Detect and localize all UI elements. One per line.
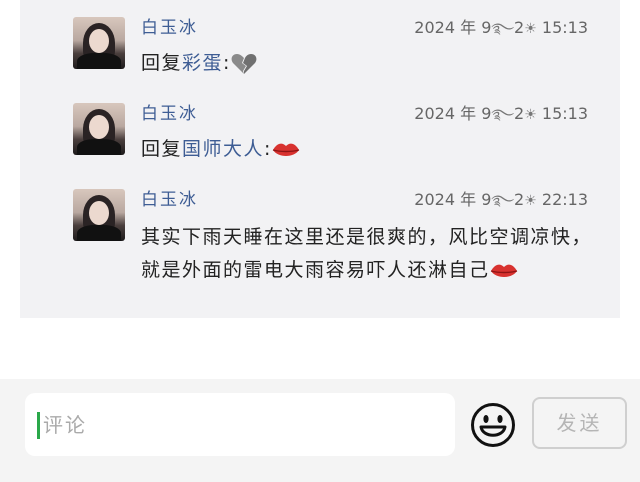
- cloud-spiral-icon: ࿐: [491, 193, 515, 209]
- avatar[interactable]: [73, 189, 125, 241]
- reply-prefix: 回复: [141, 138, 183, 160]
- username[interactable]: 白玉冰: [141, 103, 198, 125]
- avatar[interactable]: [73, 103, 125, 155]
- mention[interactable]: 彩蛋: [182, 52, 223, 74]
- mention[interactable]: 国师大人: [182, 138, 264, 160]
- sun-icon: ☀: [524, 21, 537, 37]
- text-cursor: [37, 412, 40, 439]
- reply-prefix: 回复: [141, 52, 183, 74]
- timestamp: 2024 年 9࿐2☀ 15:13: [414, 18, 588, 37]
- comment-composer: 评论 发送: [0, 379, 640, 482]
- avatar[interactable]: [73, 17, 125, 69]
- smiley-icon[interactable]: [470, 402, 516, 448]
- comment-text: 回复国师大人:: [141, 133, 596, 166]
- cloud-spiral-icon: ࿐: [491, 21, 515, 37]
- username[interactable]: 白玉冰: [141, 189, 198, 211]
- comment-text: 回复彩蛋:: [141, 47, 596, 80]
- cloud-spiral-icon: ࿐: [491, 107, 515, 123]
- comment-item[interactable]: 白玉冰 2024 年 9࿐2☀ 22:13 其实下雨天睡在这里还是很爽的，风比空…: [20, 189, 620, 309]
- broken-heart-icon: [231, 53, 257, 74]
- sun-icon: ☀: [524, 193, 537, 209]
- send-button[interactable]: 发送: [532, 397, 627, 449]
- comment-placeholder: 评论: [43, 413, 87, 437]
- comment-item[interactable]: 白玉冰 2024 年 9࿐2☀ 15:13 回复国师大人:: [20, 103, 620, 173]
- comment-text: 其实下雨天睡在这里还是很爽的，风比空调凉快，就是外面的雷电大雨容易吓人还淋自己: [141, 226, 593, 281]
- comment-item[interactable]: 白玉冰 2024 年 9࿐2☀ 15:13 回复彩蛋:: [20, 17, 620, 87]
- comments-panel: 白玉冰 2024 年 9࿐2☀ 15:13 回复彩蛋: 白玉冰 2024 年 9…: [20, 0, 620, 318]
- lips-icon: [490, 264, 517, 277]
- timestamp: 2024 年 9࿐2☀ 15:13: [414, 104, 588, 123]
- lips-icon: [272, 143, 300, 156]
- username[interactable]: 白玉冰: [141, 17, 198, 39]
- timestamp: 2024 年 9࿐2☀ 22:13: [414, 190, 588, 209]
- comment-input[interactable]: 评论: [25, 393, 455, 456]
- sun-icon: ☀: [524, 107, 537, 123]
